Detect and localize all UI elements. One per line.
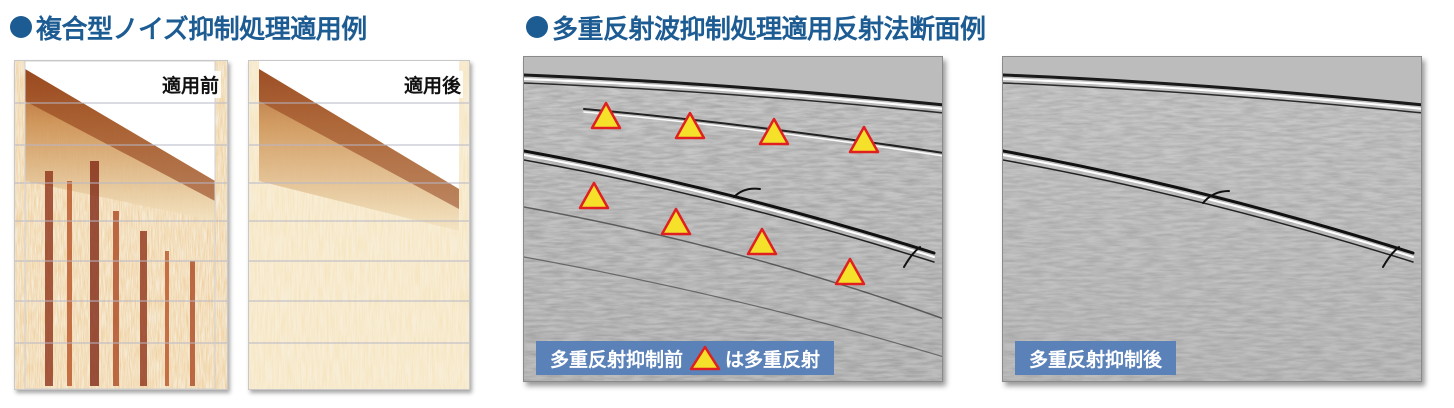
multiple-before-section: 多重反射抑制前 は多重反射: [523, 56, 943, 382]
right-title-text: 多重反射波抑制処理適用反射法断面例: [552, 14, 986, 45]
bullet-icon: [10, 16, 32, 38]
triangle-marker-icon: [689, 345, 721, 371]
before-label: 適用前: [159, 71, 221, 98]
after-caption-text: 多重反射抑制後: [1029, 348, 1163, 371]
noise-after-panel: 適用後: [248, 60, 470, 390]
multiple-before-image: [524, 57, 942, 381]
multiple-after-image: [1003, 57, 1421, 381]
left-section-title: 複合型ノイズ抑制処理適用例: [10, 10, 367, 45]
before-caption-text-b: は多重反射: [725, 348, 821, 371]
right-section-title: 多重反射波抑制処理適用反射法断面例: [526, 10, 986, 45]
before-caption: 多重反射抑制前 は多重反射: [536, 341, 835, 375]
after-label: 適用後: [401, 71, 463, 98]
multiple-after-section: 多重反射抑制後: [1002, 56, 1422, 382]
after-caption: 多重反射抑制後: [1015, 341, 1177, 375]
noise-before-image: [15, 61, 227, 389]
left-title-text: 複合型ノイズ抑制処理適用例: [36, 14, 367, 45]
before-caption-text-a: 多重反射抑制前: [550, 348, 684, 371]
noise-before-panel: 適用前: [14, 60, 228, 390]
noise-after-image: [249, 61, 469, 389]
bullet-icon: [526, 16, 548, 38]
